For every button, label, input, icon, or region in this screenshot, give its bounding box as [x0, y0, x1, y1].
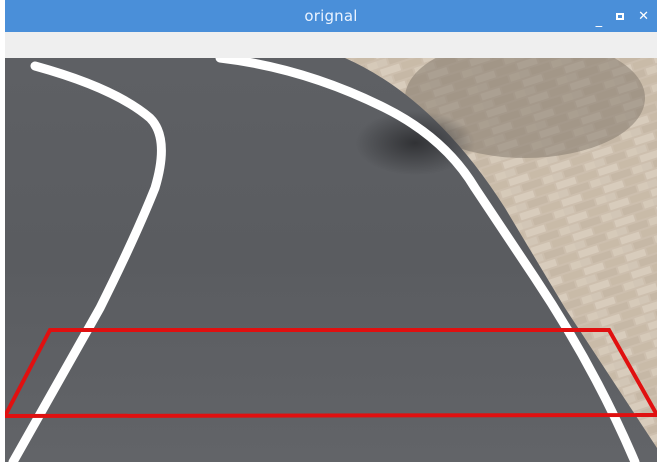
road-image	[5, 58, 657, 462]
maximize-icon[interactable]	[616, 12, 625, 20]
window-toolbar	[0, 32, 657, 58]
minimize-icon[interactable]: _	[596, 14, 603, 27]
window-controls: _ ✕	[596, 0, 649, 32]
close-icon[interactable]: ✕	[638, 10, 649, 23]
title-bar[interactable]: orignal _ ✕	[0, 0, 657, 32]
window-title: orignal	[304, 7, 358, 25]
image-canvas	[5, 58, 657, 462]
opencv-window: orignal _ ✕	[0, 0, 657, 462]
